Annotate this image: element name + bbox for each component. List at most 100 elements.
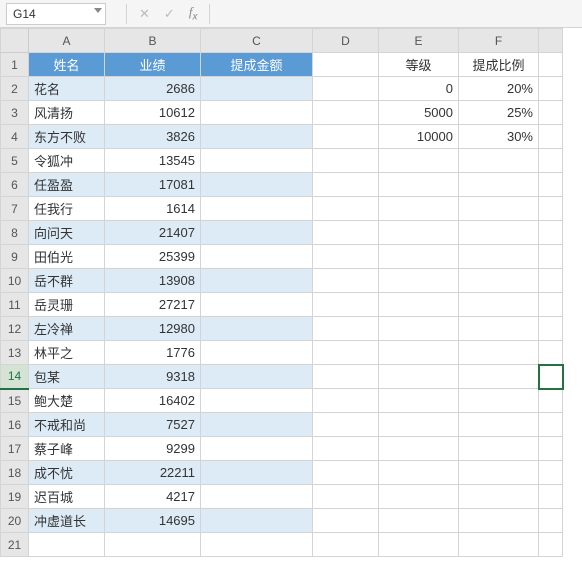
empty-cell[interactable] [379,197,459,221]
cell-name[interactable]: 岳灵珊 [29,293,105,317]
cell-perf[interactable]: 9318 [105,365,201,389]
empty-cell[interactable] [313,509,379,533]
cell-name[interactable]: 令狐冲 [29,149,105,173]
row-header[interactable]: 3 [1,101,29,125]
cell-perf[interactable]: 13545 [105,149,201,173]
empty-cell[interactable] [539,245,563,269]
empty-cell[interactable] [459,413,539,437]
empty-cell[interactable] [459,461,539,485]
empty-cell[interactable] [539,101,563,125]
cell-name[interactable]: 包某 [29,365,105,389]
cell-comm[interactable] [201,413,313,437]
empty-cell[interactable] [313,533,379,557]
empty-cell[interactable] [539,149,563,173]
cell-comm[interactable] [201,269,313,293]
cell-name[interactable]: 向问天 [29,221,105,245]
empty-cell[interactable] [459,485,539,509]
empty-cell[interactable] [379,269,459,293]
empty-cell[interactable] [379,437,459,461]
cell-perf[interactable]: 7527 [105,413,201,437]
cell-name[interactable]: 成不忧 [29,461,105,485]
cell-name[interactable]: 风清扬 [29,101,105,125]
cell-name[interactable]: 田伯光 [29,245,105,269]
col-header-C[interactable]: C [201,29,313,53]
cell-comm[interactable] [201,317,313,341]
cell-name[interactable]: 岳不群 [29,269,105,293]
row-header[interactable]: 7 [1,197,29,221]
empty-cell[interactable] [539,485,563,509]
empty-cell[interactable] [379,149,459,173]
empty-cell[interactable] [539,365,563,389]
col-header-G[interactable] [539,29,563,53]
row-header[interactable]: 10 [1,269,29,293]
cell-name[interactable]: 蔡子峰 [29,437,105,461]
empty-cell[interactable] [459,149,539,173]
row-header[interactable]: 5 [1,149,29,173]
empty-cell[interactable] [539,389,563,413]
cell-level[interactable]: 5000 [379,101,459,125]
col-header-A[interactable]: A [29,29,105,53]
row-header[interactable]: 15 [1,389,29,413]
spreadsheet-grid[interactable]: A B C D E F 1姓名业绩提成金额等级提成比例2花名2686020%3风… [0,28,582,557]
empty-cell[interactable] [313,269,379,293]
cell-perf[interactable]: 17081 [105,173,201,197]
empty-cell[interactable] [539,269,563,293]
header-level[interactable]: 等级 [379,53,459,77]
cell-perf[interactable]: 13908 [105,269,201,293]
empty-cell[interactable] [459,437,539,461]
empty-cell[interactable] [459,509,539,533]
cell-level[interactable]: 0 [379,77,459,101]
cell-name[interactable]: 任我行 [29,197,105,221]
cell-comm[interactable] [201,221,313,245]
empty-cell[interactable] [379,533,459,557]
empty-cell[interactable] [313,245,379,269]
empty-cell[interactable] [313,173,379,197]
cell-perf[interactable]: 16402 [105,389,201,413]
name-box[interactable]: G14 [6,3,106,25]
empty-cell[interactable] [459,197,539,221]
row-header[interactable]: 8 [1,221,29,245]
empty-cell[interactable] [313,365,379,389]
empty-cell[interactable] [379,341,459,365]
cell-comm[interactable] [201,341,313,365]
cell-ratio[interactable]: 25% [459,101,539,125]
cell-name[interactable]: 任盈盈 [29,173,105,197]
empty-cell[interactable] [459,533,539,557]
empty-cell[interactable] [459,341,539,365]
empty-cell[interactable] [379,221,459,245]
empty-cell[interactable] [29,533,105,557]
empty-cell[interactable] [313,197,379,221]
empty-cell[interactable] [539,125,563,149]
empty-cell[interactable] [105,533,201,557]
empty-cell[interactable] [379,245,459,269]
row-header[interactable]: 2 [1,77,29,101]
cell-name[interactable]: 迟百城 [29,485,105,509]
cell-comm[interactable] [201,437,313,461]
empty-cell[interactable] [539,221,563,245]
col-header-B[interactable]: B [105,29,201,53]
empty-cell[interactable] [379,173,459,197]
header-perf[interactable]: 业绩 [105,53,201,77]
row-header[interactable]: 1 [1,53,29,77]
empty-cell[interactable] [313,485,379,509]
cell-ratio[interactable]: 30% [459,125,539,149]
cell-perf[interactable]: 22211 [105,461,201,485]
cell-comm[interactable] [201,485,313,509]
cell-comm[interactable] [201,365,313,389]
row-header[interactable]: 4 [1,125,29,149]
cell-perf[interactable]: 9299 [105,437,201,461]
row-header[interactable]: 11 [1,293,29,317]
cell-perf[interactable]: 25399 [105,245,201,269]
empty-cell[interactable] [539,197,563,221]
cell-perf[interactable]: 1776 [105,341,201,365]
col-header-D[interactable]: D [313,29,379,53]
header-comm[interactable]: 提成金额 [201,53,313,77]
row-header[interactable]: 6 [1,173,29,197]
empty-cell[interactable] [459,317,539,341]
empty-cell[interactable] [379,293,459,317]
fx-icon[interactable]: fx [189,4,198,23]
empty-cell[interactable] [201,533,313,557]
empty-cell[interactable] [539,173,563,197]
empty-cell[interactable] [539,533,563,557]
empty-cell[interactable] [313,293,379,317]
